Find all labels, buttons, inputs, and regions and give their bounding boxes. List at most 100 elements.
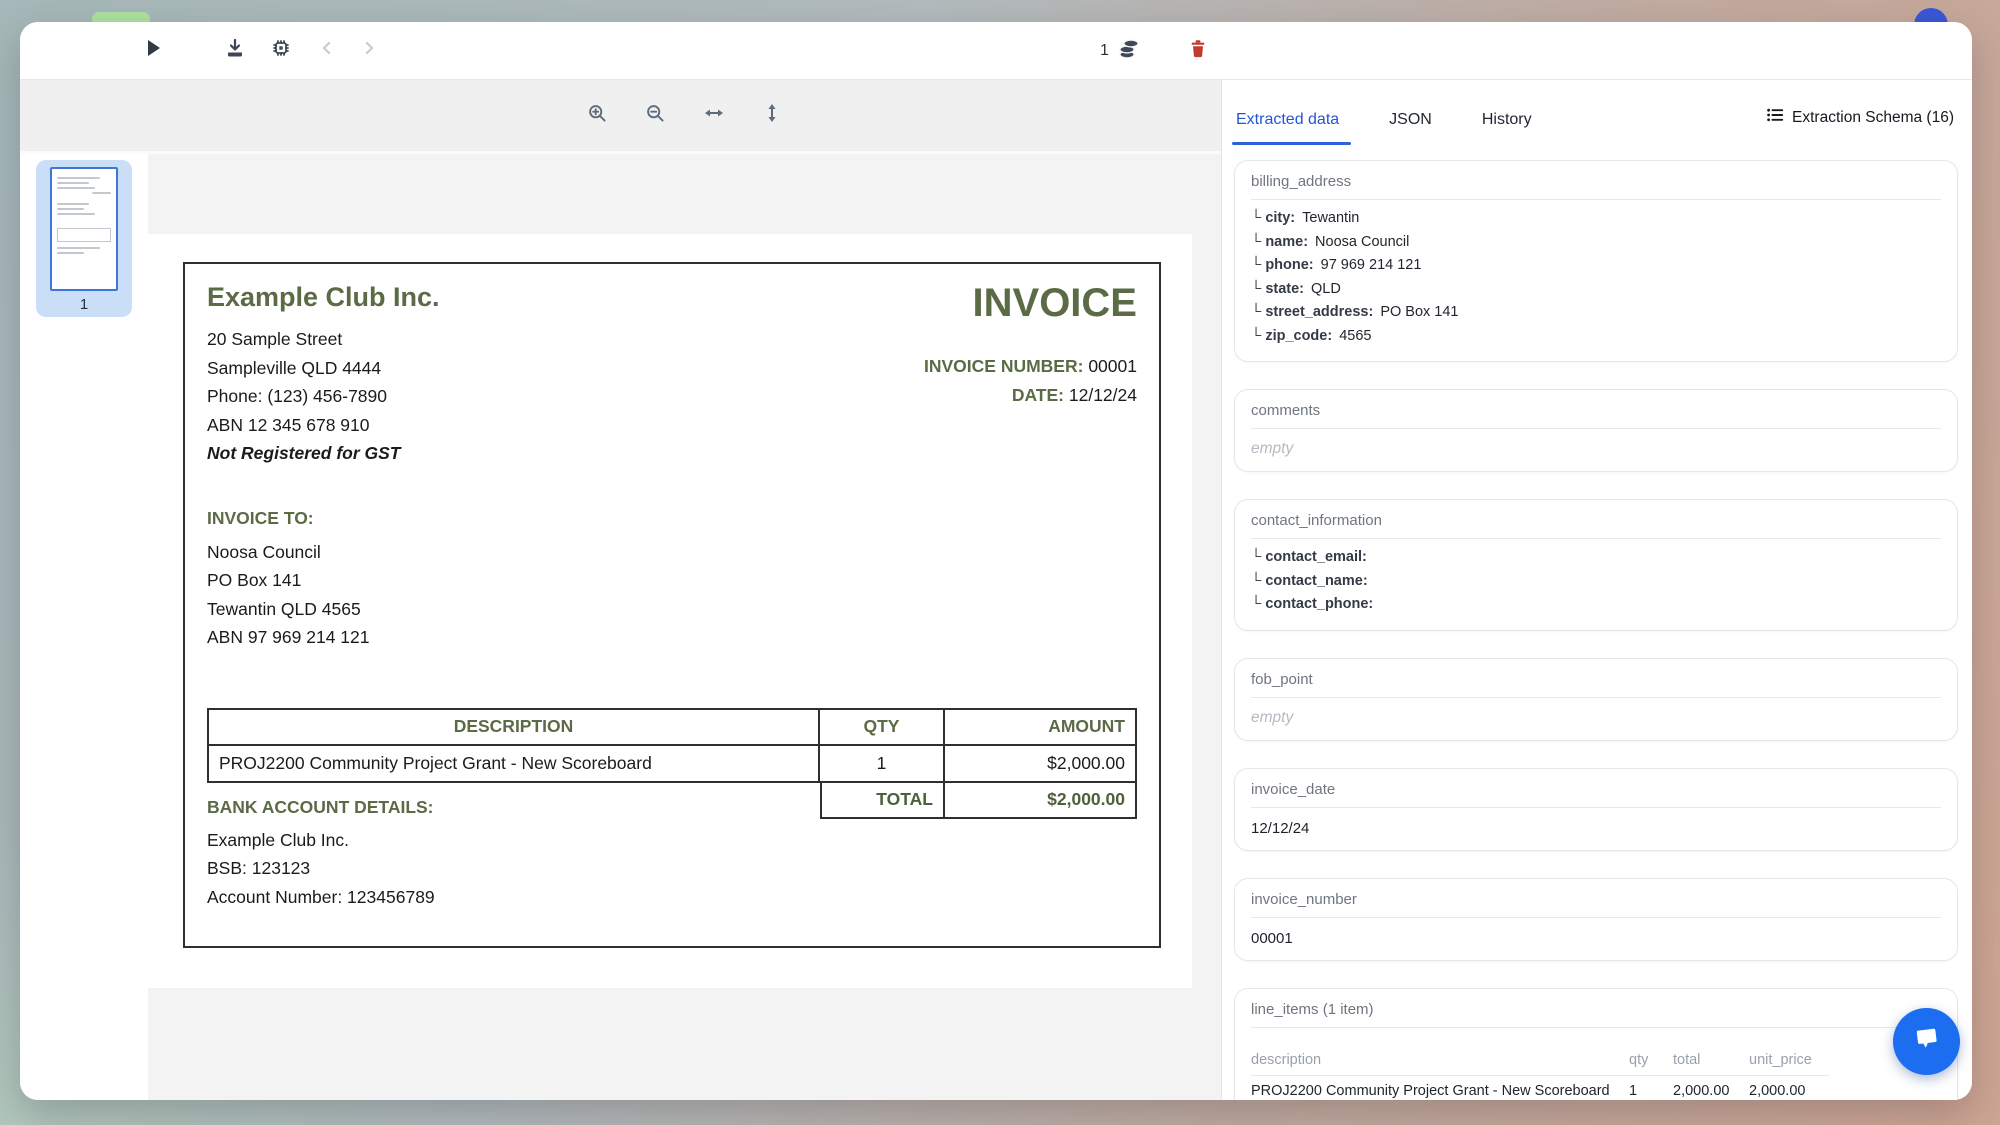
- thumbnail-page-number: 1: [36, 296, 132, 313]
- document-viewer: 1 Example Club Inc. 20 Sample Street Sam…: [20, 80, 1222, 1100]
- li-header-qty: qty: [1629, 1052, 1673, 1068]
- divider: [1251, 917, 1941, 918]
- field-value: 00001: [1251, 930, 1941, 947]
- field-item: zip_code:4565: [1251, 325, 1941, 349]
- field-title: billing_address: [1251, 173, 1941, 190]
- download-icon: [224, 37, 246, 64]
- extracted-fields-list: billing_address city:Tewantin name:Noosa…: [1222, 145, 1972, 1100]
- tab-history[interactable]: History: [1480, 111, 1534, 145]
- list-icon: [1766, 106, 1784, 129]
- table-row: PROJ2200 Community Project Grant - New S…: [208, 745, 1136, 782]
- thumbnail-sidebar: 1: [20, 154, 148, 1100]
- table-header-amount: AMOUNT: [944, 709, 1136, 745]
- invoice-number-label: INVOICE NUMBER:: [924, 356, 1083, 376]
- table-header-qty: QTY: [819, 709, 944, 745]
- field-title: fob_point: [1251, 671, 1941, 688]
- field-item: phone:97 969 214 121: [1251, 254, 1941, 278]
- total-value: $2,000.00: [945, 781, 1137, 819]
- app-window: 1: [20, 22, 1972, 1100]
- chip-icon: [270, 37, 292, 64]
- zoom-in-button[interactable]: [584, 102, 612, 130]
- invoice-title: INVOICE: [924, 282, 1137, 324]
- process-button[interactable]: [266, 36, 296, 66]
- coins-icon: [1117, 37, 1141, 66]
- company-address-line: Phone: (123) 456-7890: [207, 382, 440, 411]
- chat-launcher-button[interactable]: [1893, 1008, 1960, 1075]
- field-title: line_items (1 item): [1251, 1001, 1941, 1018]
- field-title: invoice_date: [1251, 781, 1941, 798]
- trash-icon: [1188, 38, 1208, 64]
- invoice-date-label: DATE:: [1012, 385, 1064, 405]
- prev-doc-button[interactable]: [312, 36, 342, 66]
- company-address-line: 20 Sample Street: [207, 325, 440, 354]
- fit-height-button[interactable]: [758, 102, 786, 130]
- zoom-out-button[interactable]: [642, 102, 670, 130]
- bank-details-label: BANK ACCOUNT DETAILS:: [207, 797, 435, 818]
- bank-line: Example Club Inc.: [207, 826, 435, 855]
- download-button[interactable]: [220, 36, 250, 66]
- field-value: 12/12/24: [1251, 820, 1941, 837]
- field-card-comments: comments empty: [1234, 389, 1958, 472]
- bank-line: BSB: 123123: [207, 854, 435, 883]
- chevron-left-icon: [318, 39, 336, 62]
- field-card-contact-information: contact_information contact_email: conta…: [1234, 499, 1958, 631]
- gst-note: Not Registered for GST: [207, 439, 440, 468]
- invoice-recipient-block: INVOICE TO: Noosa Council PO Box 141 Tew…: [207, 508, 1137, 652]
- next-doc-button[interactable]: [354, 36, 384, 66]
- divider: [1251, 1027, 1941, 1028]
- field-card-line-items: line_items (1 item) description qty tota…: [1234, 988, 1958, 1101]
- total-label: TOTAL: [820, 781, 945, 819]
- field-item: street_address:PO Box 141: [1251, 301, 1941, 325]
- bank-details-block: BANK ACCOUNT DETAILS: Example Club Inc. …: [207, 797, 435, 912]
- field-item: city:Tewantin: [1251, 207, 1941, 231]
- field-item: name:Noosa Council: [1251, 231, 1941, 255]
- extraction-schema-button[interactable]: Extraction Schema (16): [1766, 106, 1954, 145]
- company-name: Example Club Inc.: [207, 282, 440, 313]
- row-qty: 1: [819, 745, 944, 782]
- li-total: 2,000.00: [1673, 1083, 1749, 1099]
- field-card-invoice-date: invoice_date 12/12/24: [1234, 768, 1958, 851]
- field-title: comments: [1251, 402, 1941, 419]
- field-title: invoice_number: [1251, 891, 1941, 908]
- recipient-line: Tewantin QLD 4565: [207, 595, 1137, 624]
- document-canvas: Example Club Inc. 20 Sample Street Sampl…: [148, 154, 1221, 1100]
- divider: [1251, 697, 1941, 698]
- li-description: PROJ2200 Community Project Grant - New S…: [1251, 1083, 1629, 1099]
- invoice-line-table: DESCRIPTION QTY AMOUNT PROJ2200 Communit…: [207, 708, 1137, 783]
- field-card-invoice-number: invoice_number 00001: [1234, 878, 1958, 961]
- field-item: state:QLD: [1251, 278, 1941, 302]
- recipient-line: Noosa Council: [207, 538, 1137, 567]
- tab-json[interactable]: JSON: [1387, 111, 1434, 145]
- invoice-to-label: INVOICE TO:: [207, 508, 1137, 529]
- fit-width-button[interactable]: [700, 102, 728, 130]
- li-unit-price: 2,000.00: [1749, 1083, 1829, 1099]
- divider: [1251, 199, 1941, 200]
- bank-line: Account Number: 123456789: [207, 883, 435, 912]
- field-card-fob-point: fob_point empty: [1234, 658, 1958, 741]
- empty-value: empty: [1251, 440, 1941, 458]
- row-description: PROJ2200 Community Project Grant - New S…: [208, 745, 819, 782]
- line-item-row: PROJ2200 Community Project Grant - New S…: [1251, 1076, 1829, 1099]
- panel-tabs: Extracted data JSON History Extraction S…: [1234, 106, 1954, 145]
- li-header-total: total: [1673, 1052, 1749, 1068]
- line-items-table: description qty total unit_price PROJ220…: [1251, 1052, 1829, 1099]
- play-icon: [144, 38, 162, 63]
- zoom-out-icon: [645, 103, 666, 129]
- invoice-date-value: 12/12/24: [1069, 385, 1137, 405]
- li-header-unit-price: unit_price: [1749, 1052, 1829, 1068]
- page-thumbnail[interactable]: 1: [36, 160, 132, 317]
- field-title: contact_information: [1251, 512, 1941, 529]
- invoice-meta-block: INVOICE INVOICE NUMBER: 00001 DATE: 12/1…: [924, 282, 1137, 468]
- tab-extracted-data[interactable]: Extracted data: [1234, 111, 1341, 145]
- delete-document-button[interactable]: [1183, 36, 1213, 66]
- zoom-toolbar: [20, 80, 1221, 154]
- credit-count: 1: [1100, 42, 1109, 60]
- company-address-line: Sampleville QLD 4444: [207, 354, 440, 383]
- top-toolbar: 1: [20, 22, 1972, 80]
- extraction-panel: Extracted data JSON History Extraction S…: [1222, 80, 1972, 1100]
- run-extraction-button[interactable]: [138, 36, 168, 66]
- li-qty: 1: [1629, 1083, 1673, 1099]
- li-header-description: description: [1251, 1052, 1629, 1068]
- fit-height-icon: [761, 102, 783, 129]
- company-address-line: ABN 12 345 678 910: [207, 411, 440, 440]
